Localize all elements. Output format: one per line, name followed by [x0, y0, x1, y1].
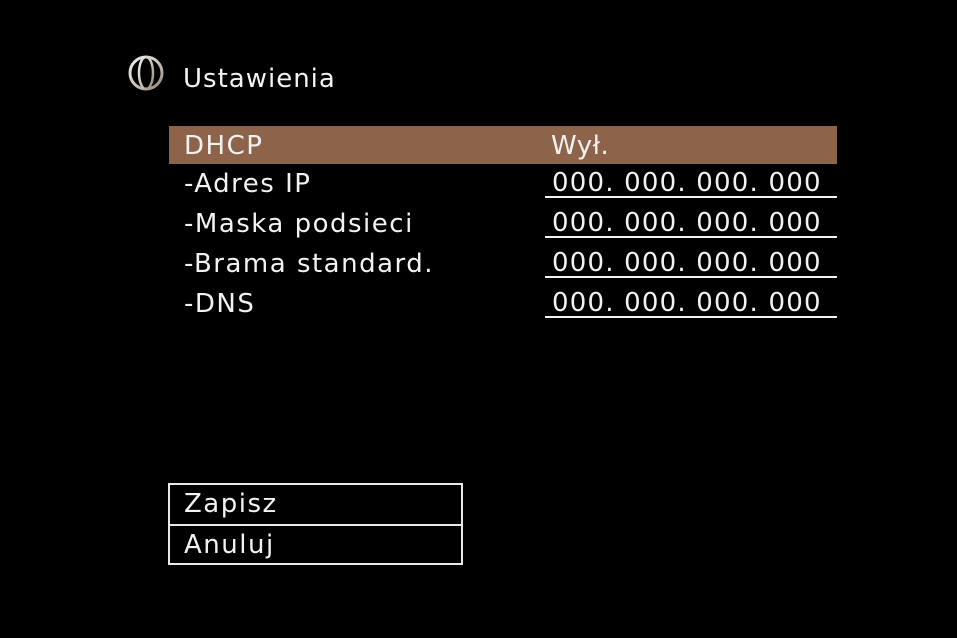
network-settings-list: DHCP Wył. -Adres IP 000. 000. 000. 000 -…	[169, 126, 837, 324]
dhcp-row[interactable]: DHCP Wył.	[169, 126, 837, 164]
settings-header: Ustawienia	[126, 54, 336, 100]
dhcp-value[interactable]: Wył.	[551, 131, 609, 161]
default-gateway-field[interactable]: 000. 000. 000. 000	[545, 244, 837, 278]
cancel-button[interactable]: Anuluj	[170, 524, 461, 563]
save-button[interactable]: Zapisz	[170, 485, 461, 524]
ip-address-field[interactable]: 000. 000. 000. 000	[545, 164, 837, 198]
subnet-mask-row[interactable]: -Maska podsieci 000. 000. 000. 000	[169, 204, 837, 244]
ip-address-row[interactable]: -Adres IP 000. 000. 000. 000	[169, 164, 837, 204]
dns-label: -DNS	[184, 289, 256, 319]
globe-network-icon	[128, 55, 164, 99]
default-gateway-label: -Brama standard.	[184, 249, 435, 279]
dns-row[interactable]: -DNS 000. 000. 000. 000	[169, 284, 837, 324]
dns-field[interactable]: 000. 000. 000. 000	[545, 284, 837, 318]
subnet-mask-field[interactable]: 000. 000. 000. 000	[545, 204, 837, 238]
cancel-button-label: Anuluj	[184, 530, 275, 560]
default-gateway-row[interactable]: -Brama standard. 000. 000. 000. 000	[169, 244, 837, 284]
dhcp-label: DHCP	[184, 131, 264, 161]
action-buttons: Zapisz Anuluj	[168, 483, 463, 565]
subnet-mask-label: -Maska podsieci	[184, 209, 414, 239]
ip-address-label: -Adres IP	[184, 169, 312, 199]
save-button-label: Zapisz	[184, 489, 278, 519]
page-title: Ustawienia	[183, 64, 336, 94]
